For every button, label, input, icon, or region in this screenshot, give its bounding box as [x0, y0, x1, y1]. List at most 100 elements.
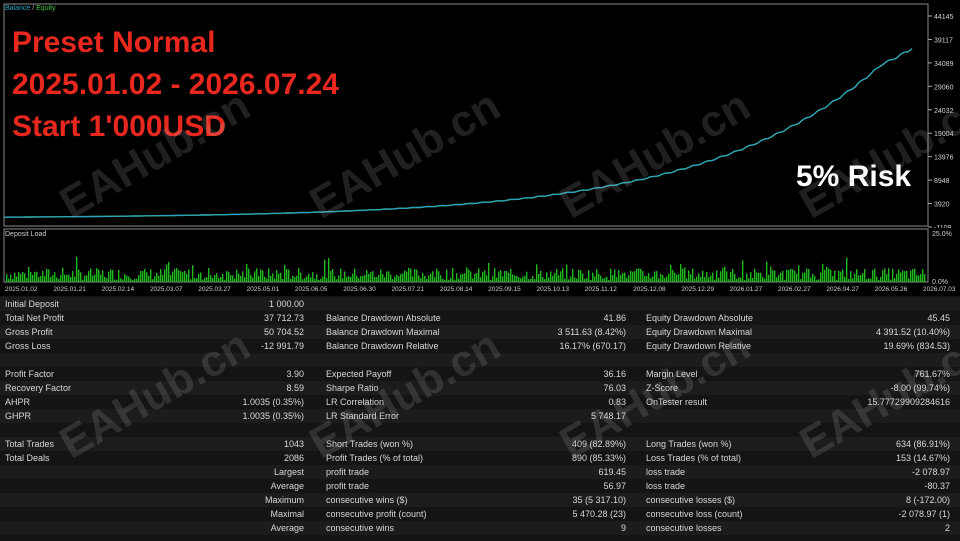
- load-bar: [806, 268, 808, 282]
- load-bar: [722, 268, 724, 282]
- load-bar: [794, 270, 796, 282]
- load-bar: [896, 273, 898, 282]
- load-bar: [8, 278, 10, 282]
- load-bar: [894, 278, 896, 282]
- load-bar: [902, 270, 904, 282]
- load-bar: [492, 276, 494, 282]
- load-bar: [842, 269, 844, 282]
- load-bar: [468, 269, 470, 282]
- load-bar: [476, 273, 478, 282]
- load-bar: [582, 273, 584, 282]
- load-bar: [538, 273, 540, 282]
- load-bar: [868, 278, 870, 282]
- load-bar: [202, 279, 204, 282]
- load-bar: [490, 279, 492, 282]
- load-bar: [16, 276, 18, 282]
- load-bar: [658, 278, 660, 282]
- load-bar: [680, 264, 682, 282]
- load-bar: [396, 274, 398, 282]
- load-bar: [818, 279, 820, 282]
- load-bar: [646, 275, 648, 282]
- load-bar: [340, 268, 342, 282]
- legend-equity: Equity: [36, 5, 56, 12]
- load-bar: [186, 273, 188, 282]
- load-bar: [132, 279, 134, 282]
- stat-value: 0.83: [608, 397, 626, 407]
- load-bar: [210, 275, 212, 282]
- load-bar: [32, 274, 34, 282]
- load-bar: [754, 268, 756, 282]
- load-bar: [198, 273, 200, 282]
- load-bar: [274, 278, 276, 282]
- stat-value: 890 (85.33%): [571, 453, 626, 463]
- load-bar: [612, 275, 614, 282]
- stat-value: 2: [944, 523, 950, 533]
- load-bar: [732, 269, 734, 282]
- load-bar: [908, 278, 910, 282]
- load-bar: [318, 279, 320, 282]
- stat-value: Average: [270, 523, 304, 533]
- stat-label: Gross Loss: [5, 341, 51, 351]
- load-bar: [824, 269, 826, 282]
- load-bar: [462, 274, 464, 282]
- load-bar: [616, 277, 618, 282]
- load-bar: [428, 275, 430, 282]
- stat-label: Expected Payoff: [326, 369, 392, 379]
- load-bar: [190, 279, 192, 282]
- load-bar: [550, 271, 552, 282]
- load-tick-label: 25.0%: [932, 231, 952, 238]
- stat-label: Balance Drawdown Maximal: [326, 327, 440, 337]
- load-bar: [320, 278, 322, 282]
- load-bar: [56, 277, 58, 282]
- load-bar: [438, 271, 440, 282]
- load-bar: [50, 277, 52, 282]
- stats-row: Maximum consecutive wins ($) 35 (5 317.10)…: [0, 493, 960, 507]
- statistics-table: Initial Deposit 1 000.00 Total Net Profit 3…: [0, 296, 960, 541]
- load-bar: [626, 277, 628, 282]
- load-bar: [726, 271, 728, 282]
- load-bar: [698, 273, 700, 282]
- load-bar: [800, 279, 802, 282]
- load-bar: [596, 269, 598, 282]
- load-bar: [248, 268, 250, 282]
- load-bar: [222, 273, 224, 282]
- stat-label: LR Standard Error: [326, 411, 400, 421]
- load-bar: [708, 277, 710, 282]
- load-bar: [72, 271, 74, 282]
- x-tick-label: 2025.08.14: [440, 286, 473, 293]
- load-bar: [434, 277, 436, 282]
- load-bar: [834, 270, 836, 282]
- load-bar: [748, 278, 750, 282]
- load-bar: [650, 278, 652, 282]
- load-bar: [118, 270, 120, 282]
- load-bar: [688, 270, 690, 282]
- load-bar: [82, 279, 84, 282]
- stat-label: Profit Trades (% of total): [326, 453, 424, 463]
- x-tick-label: 2025.12.08: [633, 286, 666, 293]
- load-bar: [830, 269, 832, 282]
- load-bar: [756, 272, 758, 282]
- load-bar: [278, 273, 280, 282]
- stat-label: Equity Drawdown Relative: [646, 341, 752, 351]
- stat-value: 45.45: [927, 313, 950, 323]
- load-bar: [508, 272, 510, 282]
- load-bar: [684, 267, 686, 282]
- load-bar: [188, 269, 190, 282]
- load-bar: [160, 269, 162, 282]
- load-bar: [850, 271, 852, 282]
- load-bar: [412, 276, 414, 282]
- stats-row: Largest profit trade 619.45 loss trade -2 07…: [0, 465, 960, 479]
- load-bar: [394, 276, 396, 282]
- stat-value: 56.97: [603, 481, 626, 491]
- stat-label: Total Trades: [5, 439, 55, 449]
- load-bar: [266, 278, 268, 282]
- load-bar: [878, 279, 880, 282]
- load-bar: [880, 276, 882, 282]
- load-bar: [110, 269, 112, 282]
- load-bar: [130, 278, 132, 282]
- load-bar: [80, 272, 82, 282]
- y-tick-label: 44145: [934, 14, 954, 21]
- load-bar: [388, 271, 390, 282]
- x-tick-label: 2025.06.05: [295, 286, 328, 293]
- load-bar: [144, 268, 146, 282]
